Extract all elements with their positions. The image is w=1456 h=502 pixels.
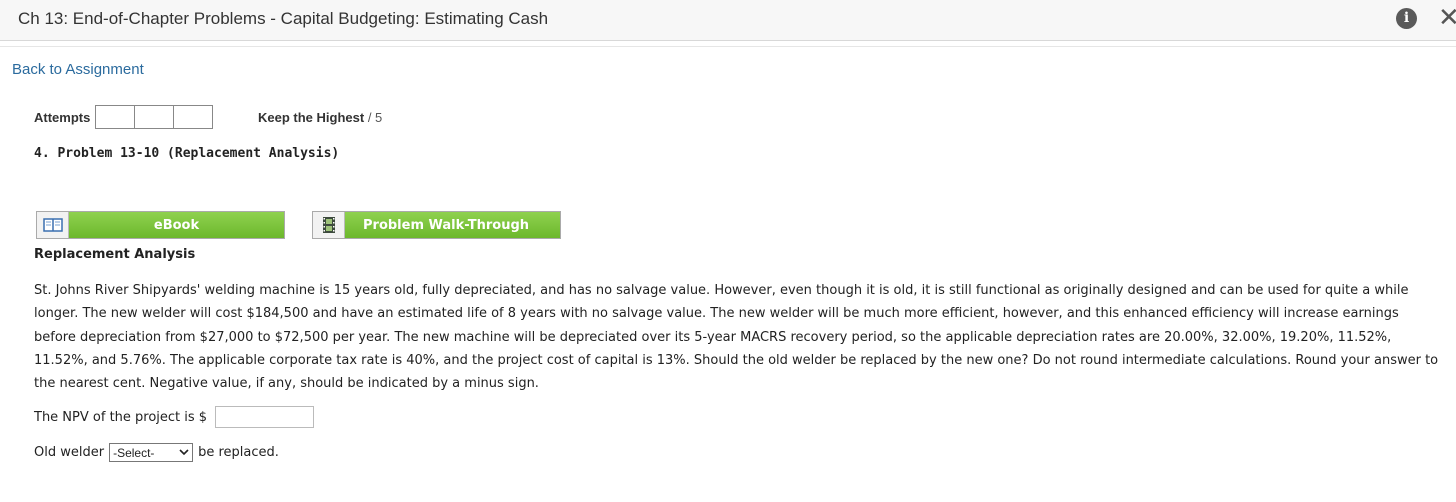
book-icon <box>37 212 69 238</box>
ebook-button[interactable]: eBook <box>36 211 285 239</box>
npv-row: The NPV of the project is $ <box>34 406 315 428</box>
walkthrough-button-label: Problem Walk-Through <box>345 212 560 238</box>
film-icon <box>313 212 345 238</box>
attempt-box <box>134 105 174 129</box>
welder-suffix-label: be replaced. <box>198 445 279 460</box>
problem-statement: St. Johns River Shipyards' welding machi… <box>34 283 1439 392</box>
welder-row: Old welder -Select- be replaced. <box>34 443 279 462</box>
problem-title: 4. Problem 13-10 (Replacement Analysis) <box>34 146 340 161</box>
npv-input[interactable] <box>215 406 315 428</box>
welder-select-value: -Select- <box>113 445 155 460</box>
info-icon[interactable]: i <box>1396 8 1417 29</box>
welder-decision-select[interactable]: -Select- <box>109 443 194 462</box>
ebook-button-label: eBook <box>69 212 284 238</box>
npv-label: The NPV of the project is $ <box>34 409 208 425</box>
chevron-down-icon <box>179 447 189 459</box>
welder-prefix-label: Old welder <box>34 445 105 460</box>
attempt-box <box>95 105 135 129</box>
attempt-box <box>173 105 213 129</box>
problem-walkthrough-button[interactable]: Problem Walk-Through <box>312 211 561 239</box>
keep-highest-label: Keep the Highest / 5 <box>258 110 382 125</box>
max-score: / 5 <box>367 110 383 125</box>
title-bar: Ch 13: End-of-Chapter Problems - Capital… <box>0 0 1456 41</box>
attempts-label: Attempts <box>34 110 91 125</box>
back-to-assignment-link[interactable]: Back to Assignment <box>12 61 144 78</box>
header-divider <box>0 46 1456 47</box>
section-heading: Replacement Analysis <box>34 247 196 262</box>
page-title: Ch 13: End-of-Chapter Problems - Capital… <box>18 9 549 28</box>
attempt-boxes <box>95 105 213 129</box>
close-icon[interactable]: ✕ <box>1438 3 1456 33</box>
keep-highest-text: Keep the Highest <box>258 110 365 125</box>
